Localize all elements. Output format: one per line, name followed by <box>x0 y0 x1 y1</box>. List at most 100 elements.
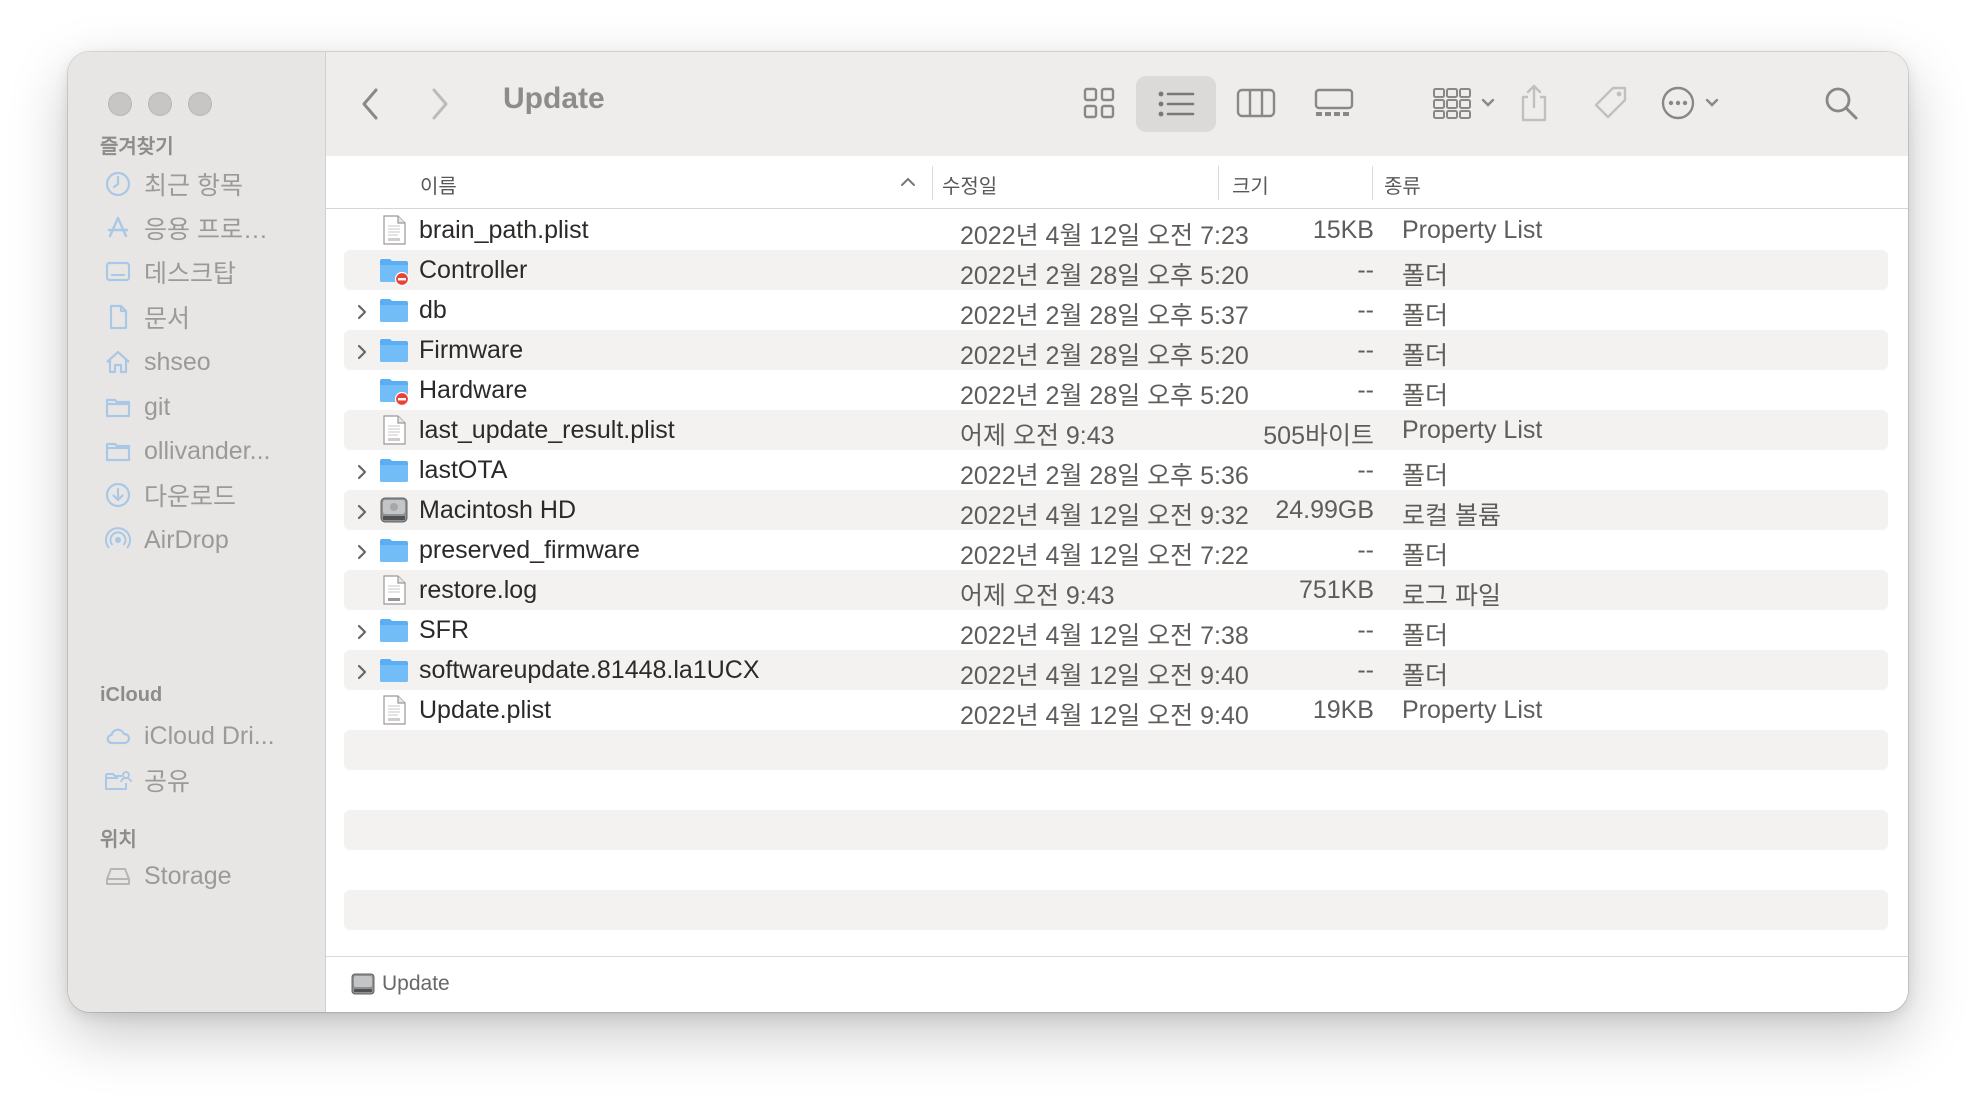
list-icon <box>1158 91 1195 117</box>
sidebar-item-desktop[interactable]: 데스크탑 <box>104 252 314 292</box>
sidebar-item-label: 다운로드 <box>144 483 237 511</box>
file-row[interactable]: Firmware 2022년 2월 28일 오후 5:20 -- 폴더 <box>344 330 1888 370</box>
file-row[interactable]: Controller 2022년 2월 28일 오후 5:20 -- 폴더 <box>344 250 1888 290</box>
back-button[interactable] <box>352 82 388 126</box>
forward-button[interactable] <box>422 82 458 126</box>
sidebar-item-recents[interactable]: 최근 항목 <box>104 164 314 204</box>
close-button[interactable] <box>108 92 132 116</box>
chevron-down-icon <box>1705 98 1719 107</box>
file-modified-date: 어제 오전 9:43 <box>960 422 1115 450</box>
file-kind: 로그 파일 <box>1402 582 1501 610</box>
folder-icon <box>378 334 410 366</box>
minimize-button[interactable] <box>148 92 172 116</box>
tag-button[interactable] <box>1588 80 1634 126</box>
file-row[interactable]: restore.log 어제 오전 9:43 751KB 로그 파일 <box>344 570 1888 610</box>
file-row[interactable]: db 2022년 2월 28일 오후 5:37 -- 폴더 <box>344 290 1888 330</box>
gallery-view-button[interactable] <box>1308 80 1360 126</box>
sidebar-item-airdrop[interactable]: AirDrop <box>104 520 314 560</box>
list-view-button[interactable] <box>1136 76 1216 132</box>
applications-icon <box>104 214 132 242</box>
disclosure-chevron-icon[interactable] <box>354 500 370 520</box>
file-size: 24.99GB <box>1275 496 1374 524</box>
share-button[interactable] <box>1512 78 1556 128</box>
sidebar-item-storage[interactable]: Storage <box>104 856 314 896</box>
empty-row <box>344 850 1888 890</box>
sidebar-item-applications[interactable]: 응용 프로… <box>104 208 314 248</box>
file-name: db <box>419 296 447 324</box>
file-kind: 폴더 <box>1402 662 1449 690</box>
disclosure-chevron-icon[interactable] <box>354 340 370 360</box>
file-row[interactable]: Macintosh HD 2022년 4월 12일 오전 9:32 24.99GB 로… <box>344 490 1888 530</box>
disclosure-chevron-icon[interactable] <box>354 300 370 320</box>
more-actions-button[interactable] <box>1652 80 1728 126</box>
airdrop-icon <box>104 526 132 554</box>
column-divider[interactable] <box>932 166 933 200</box>
sidebar-item-label: Storage <box>144 861 232 890</box>
file-size: 19KB <box>1312 696 1374 724</box>
file-name: Firmware <box>419 336 524 364</box>
disclosure-chevron-icon[interactable] <box>354 460 370 480</box>
file-row[interactable]: brain_path.plist 2022년 4월 12일 오전 7:23 15KB… <box>344 210 1888 250</box>
column-header-modified[interactable]: 수정일 <box>942 170 997 199</box>
group-by-button[interactable] <box>1426 80 1502 126</box>
file-name: restore.log <box>419 576 538 604</box>
file-name: preserved_firmware <box>419 536 640 564</box>
column-header-size[interactable]: 크기 <box>1232 170 1269 199</box>
file-size: -- <box>1357 376 1374 404</box>
sidebar-item-label: 공유 <box>144 768 191 796</box>
column-view-button[interactable] <box>1232 80 1280 126</box>
file-size: 751KB <box>1298 576 1374 604</box>
column-header-name[interactable]: 이름 <box>420 170 457 199</box>
window-title: Update <box>503 82 605 115</box>
file-size: 15KB <box>1312 216 1374 244</box>
sidebar-item-ollivander[interactable]: ollivander... <box>104 431 314 471</box>
sidebar-section-locations: 위치 <box>100 829 137 851</box>
search-button[interactable] <box>1818 80 1864 126</box>
sidebar-item-downloads[interactable]: 다운로드 <box>104 475 314 515</box>
file-kind: 폴더 <box>1402 262 1449 290</box>
file-kind: 폴더 <box>1402 622 1449 650</box>
toolbar: Update <box>326 52 1908 157</box>
column-divider[interactable] <box>1372 166 1373 200</box>
file-name: lastOTA <box>419 456 508 484</box>
file-modified-date: 2022년 4월 12일 오전 7:23 <box>960 222 1249 250</box>
file-row[interactable]: last_update_result.plist 어제 오전 9:43 505바이트… <box>344 410 1888 450</box>
file-row[interactable]: Update.plist 2022년 4월 12일 오전 9:40 19KB Prop… <box>344 690 1888 730</box>
column-divider[interactable] <box>1218 166 1219 200</box>
columns-icon <box>1236 88 1276 118</box>
file-row[interactable]: SFR 2022년 4월 12일 오전 7:38 -- 폴더 <box>344 610 1888 650</box>
file-size: -- <box>1357 536 1374 564</box>
file-kind: 폴더 <box>1402 382 1449 410</box>
restricted-folder-icon <box>378 374 410 407</box>
sidebar-item-home[interactable]: shseo <box>104 342 314 382</box>
sidebar-item-shared[interactable]: 공유 <box>104 760 314 800</box>
file-row[interactable]: lastOTA 2022년 2월 28일 오후 5:36 -- 폴더 <box>344 450 1888 490</box>
file-modified-date: 2022년 4월 12일 오전 9:32 <box>960 502 1249 530</box>
file-kind: 로컬 볼륨 <box>1402 502 1501 530</box>
disclosure-chevron-icon[interactable] <box>354 660 370 680</box>
sidebar-item-icloud-drive[interactable]: iCloud Dri... <box>104 716 314 756</box>
file-size: -- <box>1357 456 1374 484</box>
sidebar-section-favorites: 즐겨찾기 <box>100 136 174 158</box>
plist-file-icon <box>378 414 410 446</box>
sidebar-item-label: git <box>144 392 171 421</box>
path-bar-label[interactable]: Update <box>382 972 450 996</box>
icon-view-button[interactable] <box>1076 80 1122 126</box>
zoom-button[interactable] <box>188 92 212 116</box>
folder-icon <box>378 654 410 686</box>
tag-icon <box>1594 86 1627 119</box>
file-row[interactable]: preserved_firmware 2022년 4월 12일 오전 7:22 --… <box>344 530 1888 570</box>
sidebar-item-label: AirDrop <box>144 525 229 554</box>
file-row[interactable]: softwareupdate.81448.la1UCX 2022년 4월 12일 … <box>344 650 1888 690</box>
sidebar-item-documents[interactable]: 문서 <box>104 297 314 337</box>
sidebar-item-git[interactable]: git <box>104 387 314 427</box>
disclosure-chevron-icon[interactable] <box>354 620 370 640</box>
chevron-left-icon <box>362 88 378 120</box>
disclosure-chevron-icon[interactable] <box>354 540 370 560</box>
plist-file-icon <box>378 694 410 726</box>
file-kind: 폴더 <box>1402 302 1449 330</box>
file-row[interactable]: Hardware 2022년 2월 28일 오후 5:20 -- 폴더 <box>344 370 1888 410</box>
file-size: -- <box>1357 296 1374 324</box>
file-name: Macintosh HD <box>419 496 576 524</box>
column-header-kind[interactable]: 종류 <box>1384 170 1421 199</box>
